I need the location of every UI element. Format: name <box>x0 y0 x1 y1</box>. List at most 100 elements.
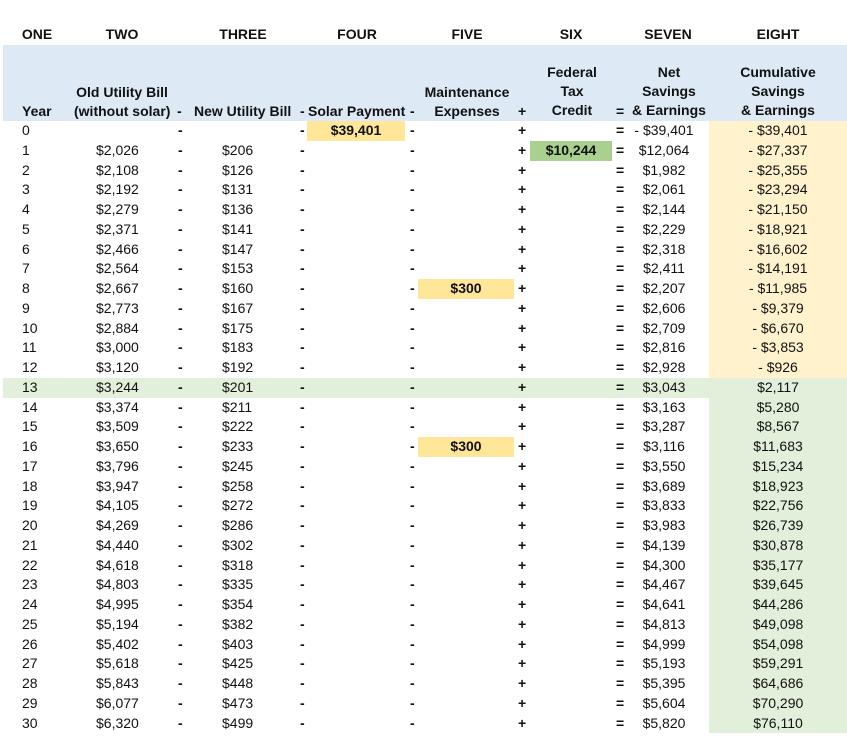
equals-operator: = <box>616 398 625 415</box>
net-savings-cell: - $39,401 <box>634 122 694 138</box>
cumulative-savings-cell: $11,683 <box>709 437 847 457</box>
year-cell: 26 <box>22 635 38 652</box>
column-letter: THREE <box>219 26 267 42</box>
year-cell: 27 <box>22 655 38 672</box>
equals-operator: = <box>616 438 625 454</box>
old-utility-bill-cell: $2,773 <box>96 299 139 316</box>
solar-payment-cell <box>307 319 405 339</box>
plus-operator: + <box>518 141 527 158</box>
minus-operator: - <box>178 319 183 336</box>
plus-operator: + <box>518 517 527 533</box>
minus-operator: - <box>300 319 305 336</box>
old-utility-bill-cell: $4,440 <box>96 536 139 553</box>
plus-operator: + <box>518 438 527 454</box>
net-savings-cell: $4,467 <box>642 576 686 593</box>
minus-operator: - <box>178 122 183 138</box>
net-savings-cell: $2,411 <box>643 260 685 277</box>
old-utility-bill-cell: $2,667 <box>96 280 139 296</box>
minus-operator: - <box>178 477 183 494</box>
year-cell: 9 <box>22 299 30 316</box>
plus-operator: + <box>518 319 527 336</box>
net-savings-cell: $4,999 <box>642 635 686 652</box>
minus-operator: - <box>300 378 305 395</box>
new-utility-bill-cell: $206 <box>222 141 254 158</box>
maintenance-cell <box>418 516 514 536</box>
year-cell: 2 <box>22 161 30 178</box>
minus-operator: - <box>178 398 183 415</box>
minus-operator: - <box>300 576 305 593</box>
new-utility-bill-cell: $175 <box>222 319 254 336</box>
table-body: 0- - $39,401- + = - $39,401- $39,401 1 $2,026- $… <box>0 121 847 734</box>
net-savings-cell: $2,318 <box>642 240 686 257</box>
new-utility-bill-cell: $136 <box>222 201 254 217</box>
new-utility-bill-cell: $335 <box>222 576 254 593</box>
old-utility-bill-cell: $3,244 <box>96 378 139 395</box>
minus-operator: - <box>178 418 183 435</box>
minus-operator: - <box>178 615 183 632</box>
solar-payment-cell <box>307 457 405 477</box>
plus-operator: + <box>518 635 527 652</box>
minus-operator: - <box>178 576 183 593</box>
plus-operator: + <box>518 201 527 217</box>
cumulative-savings-cell: $15,234 <box>709 456 847 477</box>
tax-credit-cell <box>530 220 612 240</box>
minus-operator: - <box>410 655 415 672</box>
new-utility-bill-cell: $354 <box>222 596 254 612</box>
table-row: 2 $2,108 - $126 - - + = $1,982 - $25,355 <box>0 160 847 181</box>
minus-operator: - <box>178 141 183 158</box>
net-savings-cell: $2,816 <box>642 339 686 356</box>
minus-operator: - <box>300 438 305 454</box>
year-cell: 28 <box>22 675 38 691</box>
maintenance-cell <box>418 121 514 141</box>
net-savings-cell: $5,820 <box>642 714 686 731</box>
cumulative-savings-cell: $5,280 <box>709 397 847 418</box>
new-utility-bill-cell: $126 <box>222 161 254 178</box>
old-utility-bill-cell: $3,000 <box>96 339 139 356</box>
old-utility-bill-cell: $2,108 <box>96 161 139 178</box>
header-minus-operator: - <box>410 103 415 119</box>
maintenance-cell <box>418 180 514 200</box>
minus-operator: - <box>300 596 305 612</box>
minus-operator: - <box>410 299 415 316</box>
maintenance-cell <box>418 378 514 398</box>
cumulative-savings-cell: $59,291 <box>709 654 847 674</box>
header-line: & Earnings <box>741 102 815 118</box>
solar-payment-cell <box>307 477 405 497</box>
new-utility-bill-cell: $403 <box>222 635 254 652</box>
tax-credit-cell <box>530 437 612 457</box>
equals-operator: = <box>616 556 625 573</box>
equals-operator: = <box>616 141 625 158</box>
minus-operator: - <box>178 536 183 553</box>
equals-operator: = <box>616 615 625 632</box>
minus-operator: - <box>300 359 305 375</box>
old-utility-bill-cell: $2,279 <box>96 201 139 217</box>
solar-payment-cell <box>307 279 405 299</box>
minus-operator: - <box>410 438 415 454</box>
net-savings-cell: $4,300 <box>642 556 686 573</box>
new-utility-bill-cell <box>222 121 272 141</box>
solar-payment-cell <box>307 694 405 714</box>
table-row: 22 $4,618 - $318 - - + = $4,300 $35,177 <box>0 555 847 576</box>
minus-operator: - <box>300 122 305 138</box>
plus-operator: + <box>518 398 527 415</box>
table-row: 6 $2,466 - $147 - - + = $2,318 - $16,602 <box>0 239 847 260</box>
year-cell: 12 <box>22 359 38 375</box>
maintenance-cell <box>418 338 514 358</box>
new-utility-bill-cell: $167 <box>222 299 254 316</box>
tax-credit-cell <box>530 259 612 279</box>
minus-operator: - <box>300 477 305 494</box>
old-utility-bill-cell: $3,650 <box>96 438 139 454</box>
header-net-savings: Net Savings & Earnings <box>630 63 708 120</box>
minus-operator: - <box>178 517 183 533</box>
minus-operator: - <box>410 339 415 356</box>
minus-operator: - <box>300 556 305 573</box>
maintenance-cell <box>418 635 514 655</box>
maintenance-cell <box>418 141 514 161</box>
plus-operator: + <box>518 359 527 375</box>
minus-operator: - <box>410 319 415 336</box>
cumulative-savings-cell: $26,739 <box>709 516 847 536</box>
equals-operator: = <box>616 517 625 533</box>
table-row: 21 $4,440 - $302 - - + = $4,139 $30,878 <box>0 535 847 556</box>
old-utility-bill-cell: $3,947 <box>96 477 139 494</box>
minus-operator: - <box>300 201 305 217</box>
